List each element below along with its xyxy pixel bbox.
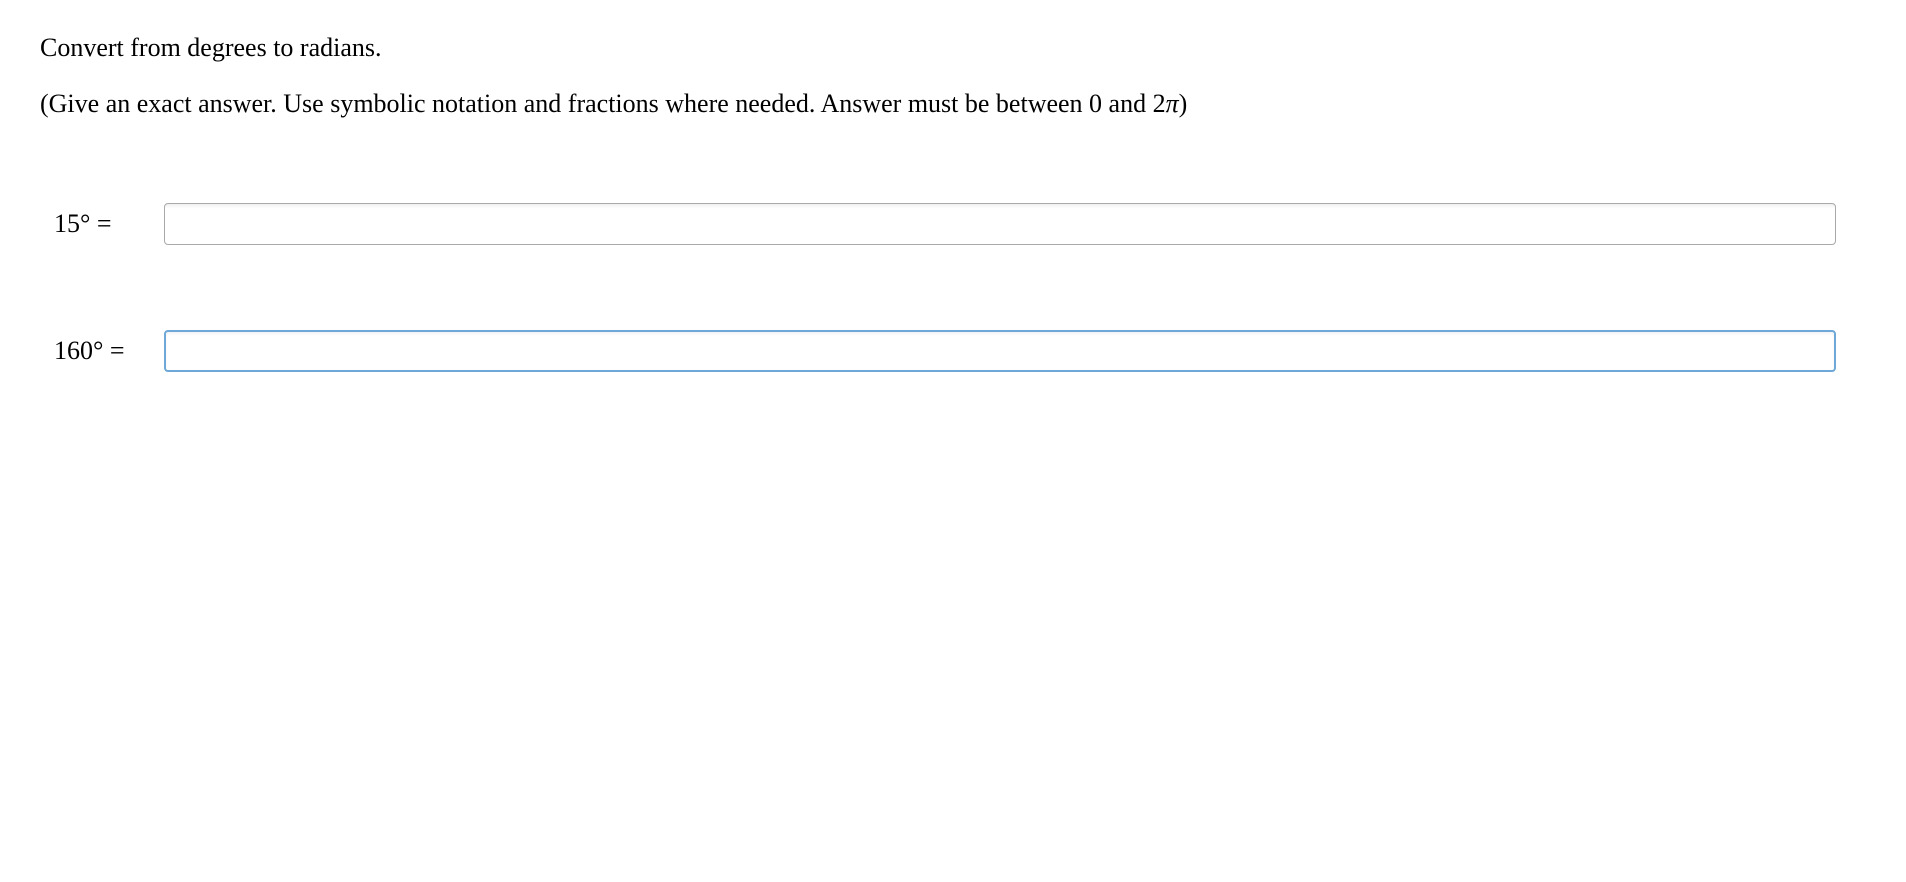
question-row-1: 15° =	[40, 203, 1866, 245]
pi-symbol: π	[1166, 89, 1179, 118]
instruction-suffix: )	[1179, 89, 1188, 118]
question-label-2: 160° =	[54, 333, 164, 369]
question-row-2: 160° =	[40, 330, 1866, 372]
question-label-1: 15° =	[54, 206, 164, 242]
answer-input-2[interactable]	[164, 330, 1836, 372]
problem-title: Convert from degrees to radians.	[40, 30, 1866, 66]
instruction-prefix: (Give an exact answer. Use symbolic nota…	[40, 89, 1166, 118]
problem-instruction: (Give an exact answer. Use symbolic nota…	[40, 86, 1866, 122]
answer-input-1[interactable]	[164, 203, 1836, 245]
